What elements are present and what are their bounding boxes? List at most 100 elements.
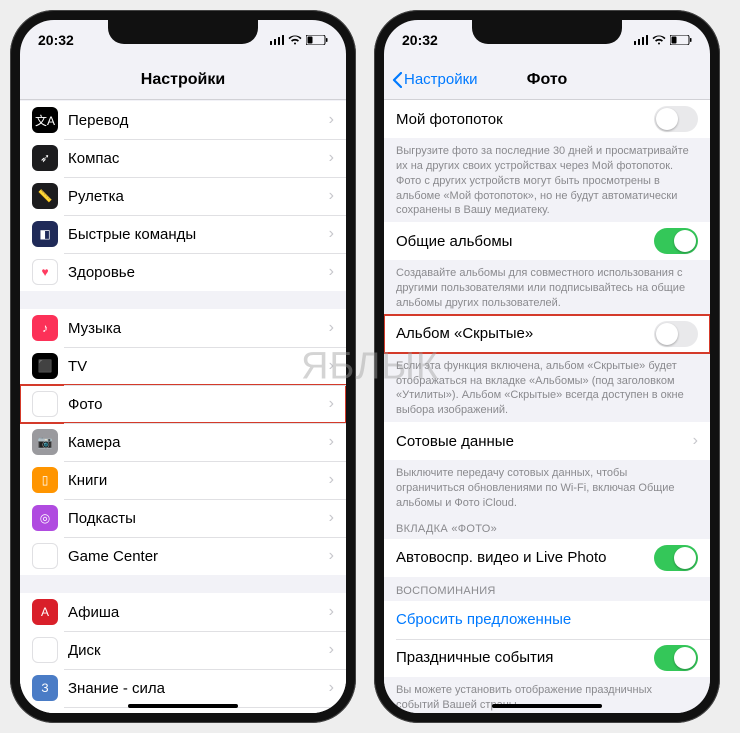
row-label: Автовоспр. видео и Live Photo [396, 549, 654, 566]
row-label: Праздничные события [396, 649, 654, 666]
row-label: Общие альбомы [396, 233, 654, 250]
chevron-right-icon: › [693, 432, 698, 450]
photos-settings-content[interactable]: Мой фотопоток Выгрузите фото за последни… [384, 100, 710, 713]
row-label: Фото [68, 396, 329, 413]
app-icon: ⬛ [32, 353, 58, 379]
app-icon: 文A [32, 107, 58, 133]
row-label: Подкасты [68, 510, 329, 527]
chevron-right-icon: › [329, 395, 334, 413]
row-label: Рулетка [68, 188, 329, 205]
row-hidden-album[interactable]: Альбом «Скрытые» [384, 315, 710, 353]
settings-content[interactable]: 文AПеревод›➶Компас›📏Рулетка›◧Быстрые кома… [20, 100, 346, 713]
header-phototab: ВКЛАДКА «ФОТО» [384, 515, 710, 539]
toggle-hidden-album[interactable] [654, 321, 698, 347]
toggle-photostream[interactable] [654, 106, 698, 132]
settings-row-компас[interactable]: ➶Компас› [20, 139, 346, 177]
settings-row-быстрые-команды[interactable]: ◧ Быстрые команды› [20, 215, 346, 253]
back-button[interactable]: Настройки [392, 71, 478, 88]
home-indicator[interactable] [128, 704, 238, 708]
chevron-right-icon: › [329, 471, 334, 489]
nav-bar: Настройки [20, 60, 346, 100]
row-holidays[interactable]: Праздничные события [384, 639, 710, 677]
notch [472, 20, 622, 44]
app-icon: ●● [32, 543, 58, 569]
settings-row-камера[interactable]: 📷 Камера› [20, 423, 346, 461]
toggle-holidays[interactable] [654, 645, 698, 671]
settings-row-рулетка[interactable]: 📏Рулетка› [20, 177, 346, 215]
nav-bar: Настройки Фото [384, 60, 710, 100]
app-icon: 📷 [32, 429, 58, 455]
app-icon: ▯ [32, 467, 58, 493]
footer-hidden: Если эта функция включена, альбом «Скрыт… [384, 353, 710, 422]
wifi-icon [652, 35, 666, 45]
battery-icon [306, 35, 328, 45]
chevron-left-icon [392, 72, 402, 88]
settings-row-перевод[interactable]: 文AПеревод› [20, 101, 346, 139]
app-icon: ➶ [32, 145, 58, 171]
footer-photostream: Выгрузите фото за последние 30 дней и пр… [384, 138, 710, 222]
home-indicator[interactable] [492, 704, 602, 708]
row-cellular-data[interactable]: Сотовые данные › [384, 422, 710, 460]
phone-right: 20:32 Настройки Фото Мой фотопоток [374, 10, 720, 723]
row-label: Мой фотопоток [396, 111, 654, 128]
app-icon: ✿ [32, 391, 58, 417]
chevron-right-icon: › [329, 433, 334, 451]
settings-row-фото[interactable]: ✿ Фото› [20, 385, 346, 423]
footer-shared: Создавайте альбомы для совместного испол… [384, 260, 710, 315]
row-autoplay[interactable]: Автовоспр. видео и Live Photo [384, 539, 710, 577]
header-memories: ВОСПОМИНАНИЯ [384, 577, 710, 601]
settings-row-здоровье[interactable]: ♥Здоровье› [20, 253, 346, 291]
cellular-icon [270, 35, 285, 45]
chevron-right-icon: › [329, 679, 334, 697]
status-time: 20:32 [402, 32, 438, 48]
row-label: Здоровье [68, 264, 329, 281]
app-icon: З [32, 675, 58, 701]
row-label: Быстрые команды [68, 226, 329, 243]
chevron-right-icon: › [329, 263, 334, 281]
settings-row-подкасты[interactable]: ◎Подкасты› [20, 499, 346, 537]
toggle-autoplay[interactable] [654, 545, 698, 571]
settings-row-tv[interactable]: ⬛ TV› [20, 347, 346, 385]
row-my-photostream[interactable]: Мой фотопоток [384, 100, 710, 138]
row-label: Диск [68, 642, 329, 659]
chevron-right-icon: › [329, 225, 334, 243]
back-label: Настройки [404, 71, 478, 88]
row-label: Сотовые данные [396, 433, 693, 450]
row-label: Камера [68, 434, 329, 451]
chevron-right-icon: › [329, 187, 334, 205]
status-time: 20:32 [38, 32, 74, 48]
app-icon: A [32, 599, 58, 625]
row-shared-albums[interactable]: Общие альбомы [384, 222, 710, 260]
phone-left: 20:32 Настройки 文AПеревод›➶Компас›📏Рулет… [10, 10, 356, 723]
settings-row-диск[interactable]: ◐Диск› [20, 631, 346, 669]
toggle-shared-albums[interactable] [654, 228, 698, 254]
row-label: Перевод [68, 112, 329, 129]
notch [108, 20, 258, 44]
settings-row-game-center[interactable]: ●●Game Center› [20, 537, 346, 575]
row-label: Game Center [68, 548, 329, 565]
app-icon: ◎ [32, 505, 58, 531]
wifi-icon [288, 35, 302, 45]
cellular-icon [634, 35, 649, 45]
row-label: Альбом «Скрытые» [396, 325, 654, 342]
row-label: TV [68, 358, 329, 375]
footer-cellular: Выключите передачу сотовых данных, чтобы… [384, 460, 710, 515]
battery-icon [670, 35, 692, 45]
chevron-right-icon: › [329, 149, 334, 167]
settings-row-афиша[interactable]: A Афиша› [20, 593, 346, 631]
chevron-right-icon: › [329, 641, 334, 659]
row-label: Знание - сила [68, 680, 329, 697]
row-reset-suggested[interactable]: Сбросить предложенные [384, 601, 710, 639]
row-label: Афиша [68, 604, 329, 621]
chevron-right-icon: › [329, 319, 334, 337]
settings-row-книги[interactable]: ▯ Книги› [20, 461, 346, 499]
row-label: Книги [68, 472, 329, 489]
settings-row-музыка[interactable]: ♪ Музыка› [20, 309, 346, 347]
chevron-right-icon: › [329, 357, 334, 375]
page-title: Настройки [141, 71, 225, 89]
app-icon: ◧ [32, 221, 58, 247]
chevron-right-icon: › [329, 603, 334, 621]
row-label: Музыка [68, 320, 329, 337]
settings-row-знание---сила[interactable]: З Знание - сила› [20, 669, 346, 707]
app-icon: ♪ [32, 315, 58, 341]
